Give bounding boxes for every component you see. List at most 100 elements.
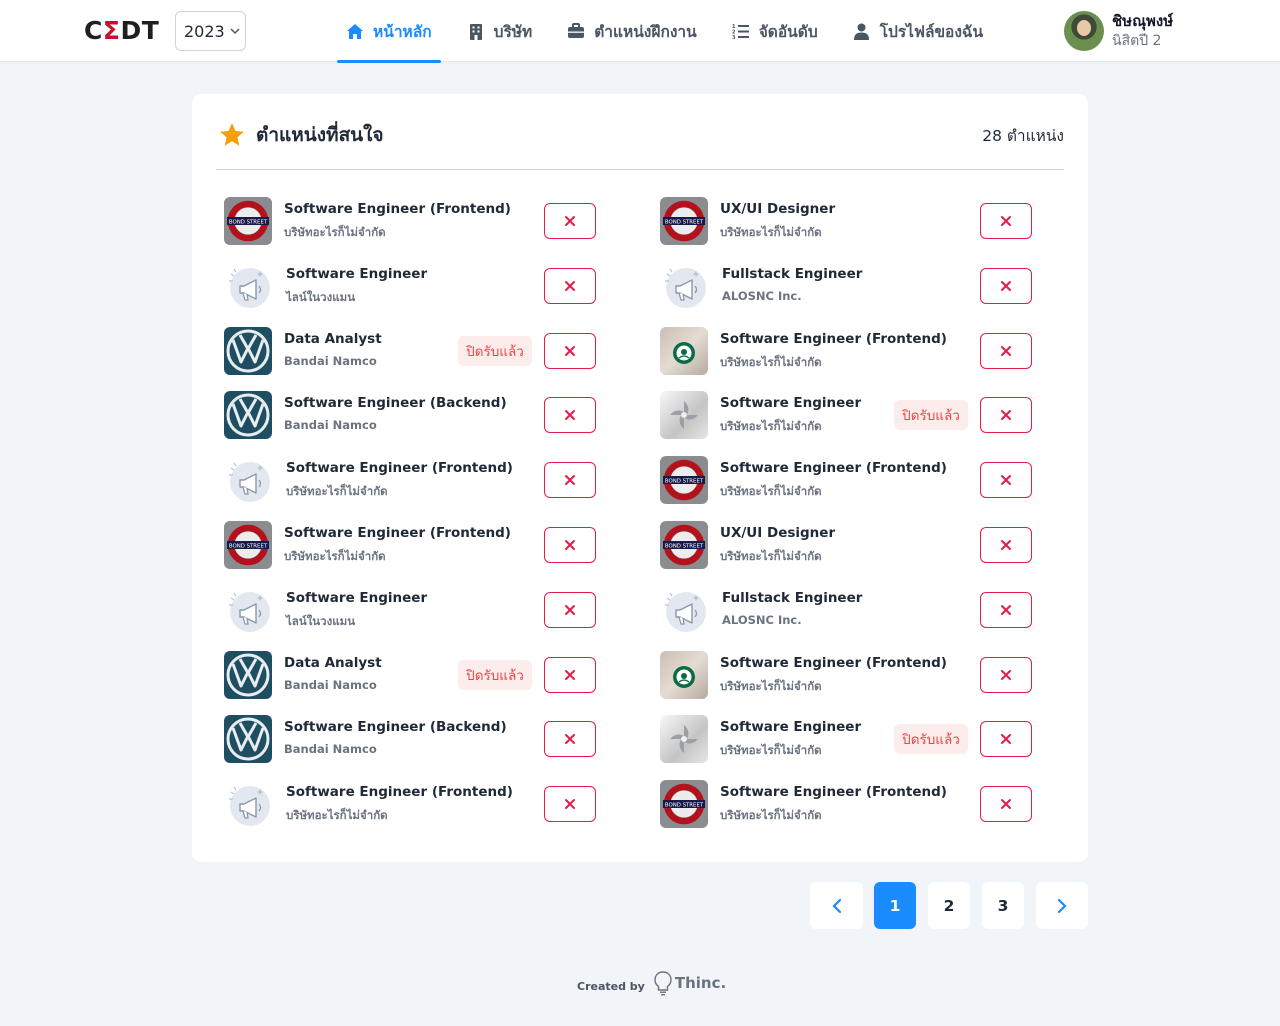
job-title[interactable]: Software Engineer (Frontend) (720, 331, 947, 347)
job-row[interactable]: Software Engineer บริษัทอะไรก็ไม่จำกัด ปิด… (660, 391, 1032, 439)
close-icon (1001, 410, 1011, 420)
job-title[interactable]: Fullstack Engineer (722, 590, 862, 606)
remove-button[interactable] (544, 333, 596, 369)
job-title[interactable]: Data Analyst (284, 331, 382, 347)
close-icon (565, 670, 575, 680)
svg-text:3: 3 (732, 35, 736, 39)
remove-button[interactable] (980, 333, 1032, 369)
remove-button[interactable] (544, 592, 596, 628)
year-select[interactable]: 2023 (175, 11, 246, 51)
remove-button[interactable] (980, 462, 1032, 498)
job-row[interactable]: BOND STREET Software Engineer (Frontend) บ… (224, 197, 596, 245)
remove-button[interactable] (980, 592, 1032, 628)
vw-logo (224, 651, 272, 699)
job-title[interactable]: Software Engineer (Frontend) (284, 201, 511, 217)
nav-home[interactable]: หน้าหลัก (337, 0, 441, 63)
page-3-button[interactable]: 3 (982, 882, 1024, 929)
remove-button[interactable] (544, 657, 596, 693)
job-row[interactable]: Software Engineer ไลน์ในวงแมน (224, 586, 596, 634)
job-title[interactable]: Software Engineer (Backend) (284, 395, 507, 411)
job-row[interactable]: BOND STREET Software Engineer (Frontend) บ… (660, 456, 1032, 504)
megaphone-placeholder (660, 262, 708, 310)
job-company: บริษัทอะไรก็ไม่จำกัด (720, 225, 822, 239)
remove-button[interactable] (544, 397, 596, 433)
nav-ranking[interactable]: 123 จัดอันดับ (723, 0, 827, 62)
remove-button[interactable] (980, 527, 1032, 563)
nav-profile[interactable]: โปรไฟล์ของฉัน (844, 0, 992, 62)
job-row[interactable]: BOND STREET Software Engineer (Frontend) บ… (224, 521, 596, 569)
user-icon (853, 22, 871, 40)
job-row[interactable]: Software Engineer (Frontend) บริษัทอะไรก็… (224, 780, 596, 828)
job-title[interactable]: Software Engineer (Backend) (284, 719, 507, 735)
job-title[interactable]: Software Engineer (Frontend) (720, 655, 947, 671)
job-row[interactable]: BOND STREET UX/UI Designer บริษัทอะไรก็ไม่… (660, 197, 1032, 245)
positions-count: 28 ตำแหน่ง (982, 127, 1064, 145)
job-title[interactable]: Software Engineer (720, 719, 861, 735)
job-row[interactable]: Software Engineer (Frontend) บริษัทอะไรก็… (224, 456, 596, 504)
job-company: Bandai Namco (284, 678, 377, 692)
prev-page-button[interactable] (810, 882, 863, 929)
job-row[interactable]: Software Engineer ไลน์ในวงแมน (224, 262, 596, 310)
metal-swirl-logo (660, 391, 708, 439)
remove-button[interactable] (544, 462, 596, 498)
close-icon (1001, 475, 1011, 485)
megaphone-placeholder (660, 586, 708, 634)
job-row[interactable]: Software Engineer (Backend) Bandai Namco (224, 715, 596, 763)
job-row[interactable]: Software Engineer บริษัทอะไรก็ไม่จำกัด ปิด… (660, 715, 1032, 763)
star-icon (220, 123, 244, 146)
job-row[interactable]: BOND STREET Software Engineer (Frontend) บ… (660, 780, 1032, 828)
remove-button[interactable] (980, 721, 1032, 757)
job-company: ไลน์ในวงแมน (286, 290, 356, 304)
nav-companies[interactable]: บริษัท (458, 0, 542, 62)
job-title[interactable]: Software Engineer (Frontend) (720, 784, 947, 800)
top-navbar: CΣDT 2023 หน้าหลัก บริษัท ตำแหน่งฝึกงาน … (0, 0, 1280, 63)
job-row[interactable]: Software Engineer (Frontend) บริษัทอะไรก็… (660, 651, 1032, 699)
job-title[interactable]: Software Engineer (Frontend) (286, 460, 513, 476)
job-title[interactable]: Software Engineer (Frontend) (720, 460, 947, 476)
job-company: บริษัทอะไรก็ไม่จำกัด (286, 484, 388, 498)
job-title[interactable]: Software Engineer (Frontend) (286, 784, 513, 800)
cedt-logo[interactable]: CΣDT (84, 16, 159, 46)
remove-button[interactable] (544, 527, 596, 563)
job-title[interactable]: UX/UI Designer (720, 201, 835, 217)
job-title[interactable]: Software Engineer (Frontend) (284, 525, 511, 541)
metal-swirl-logo (660, 715, 708, 763)
remove-button[interactable] (980, 786, 1032, 822)
job-row[interactable]: Fullstack Engineer ALOSNC Inc. (660, 262, 1032, 310)
briefcase-icon (567, 22, 585, 40)
job-title[interactable]: Data Analyst (284, 655, 382, 671)
remove-button[interactable] (980, 203, 1032, 239)
job-row[interactable]: Fullstack Engineer ALOSNC Inc. (660, 586, 1032, 634)
chevron-left-icon (831, 898, 841, 913)
page-1-button[interactable]: 1 (874, 882, 916, 929)
remove-button[interactable] (980, 397, 1032, 433)
job-title[interactable]: Software Engineer (286, 590, 427, 606)
job-row[interactable]: Data Analyst Bandai Namco ปิดรับแล้ว (224, 651, 596, 699)
remove-button[interactable] (544, 203, 596, 239)
page-2-button[interactable]: 2 (928, 882, 970, 929)
job-title[interactable]: UX/UI Designer (720, 525, 835, 541)
nav-positions[interactable]: ตำแหน่งฝึกงาน (558, 0, 705, 62)
year-value: 2023 (184, 21, 225, 41)
job-row[interactable]: Data Analyst Bandai Namco ปิดรับแล้ว (224, 327, 596, 375)
job-row[interactable]: Software Engineer (Frontend) บริษัทอะไรก็… (660, 327, 1032, 375)
remove-button[interactable] (544, 786, 596, 822)
svg-text:BOND STREET: BOND STREET (665, 802, 704, 808)
job-title[interactable]: Software Engineer (720, 395, 861, 411)
interested-positions-card: ตำแหน่งที่สนใจ 28 ตำแหน่ง BOND STREET Sof… (192, 94, 1088, 862)
remove-button[interactable] (980, 657, 1032, 693)
job-title[interactable]: Software Engineer (286, 266, 427, 282)
user-profile[interactable]: ชิษณุพงษ์ นิสิตปี 2 (1064, 11, 1173, 51)
next-page-button[interactable] (1036, 882, 1088, 929)
close-icon (1001, 799, 1011, 809)
close-icon (565, 540, 575, 550)
megaphone-placeholder (224, 262, 272, 310)
job-row[interactable]: BOND STREET UX/UI Designer บริษัทอะไรก็ไม่… (660, 521, 1032, 569)
remove-button[interactable] (544, 268, 596, 304)
thinc-logo[interactable]: Thinc. (653, 970, 726, 996)
job-row[interactable]: Software Engineer (Backend) Bandai Namco (224, 391, 596, 439)
card-title-text: ตำแหน่งที่สนใจ (256, 124, 384, 146)
job-title[interactable]: Fullstack Engineer (722, 266, 862, 282)
remove-button[interactable] (980, 268, 1032, 304)
remove-button[interactable] (544, 721, 596, 757)
